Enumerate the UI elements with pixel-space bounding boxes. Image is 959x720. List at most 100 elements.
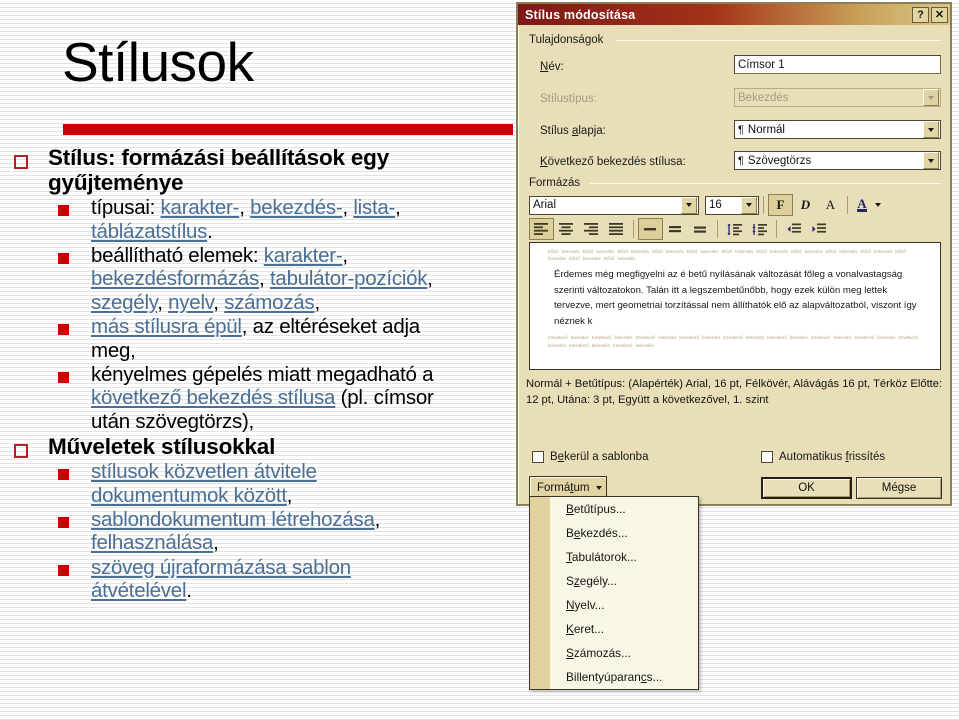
pilcrow-icon: ¶ <box>738 154 744 167</box>
list-item: típusai: karakter-, bekezdés-, lista-, t… <box>8 196 523 243</box>
line-spacing-1-icon <box>644 228 656 231</box>
menu-item-language[interactable]: Nyelv... <box>530 593 698 617</box>
auto-update-label: Automatikus frissítés <box>779 451 886 463</box>
menu-item-shortcut[interactable]: Billentyúparancs... <box>530 665 698 689</box>
square-filled-bullet-icon <box>58 324 69 336</box>
list-item: sablondokumentum létrehozása, felhasznál… <box>8 508 523 555</box>
square-filled-bullet-icon <box>58 516 69 528</box>
close-icon[interactable]: ✕ <box>931 6 948 23</box>
format-button-label: Formátum <box>537 482 590 494</box>
divider <box>590 183 941 184</box>
square-filled-bullet-icon <box>58 564 69 576</box>
font-family-value: Arial <box>533 199 557 211</box>
square-filled-bullet-icon <box>58 205 69 217</box>
align-justify-button[interactable] <box>604 218 629 240</box>
ok-button[interactable]: OK <box>761 477 852 499</box>
underline-button[interactable]: A <box>818 194 843 216</box>
line-spacing-double-button[interactable] <box>688 218 713 240</box>
space-before-button[interactable] <box>722 218 747 240</box>
preview-sample-text: Érdemes még megfigyelni az é betű nyílás… <box>554 269 917 327</box>
align-left-button[interactable] <box>529 218 554 240</box>
help-button[interactable]: ? <box>912 6 929 23</box>
style-name-input[interactable]: Címsor 1 <box>734 55 941 74</box>
divider <box>616 40 941 41</box>
font-family-select[interactable]: Arial <box>529 195 699 215</box>
square-outline-bullet-icon <box>14 443 28 458</box>
list-item-label: beállítható elemek: karakter-, bekezdésf… <box>91 244 433 314</box>
align-center-button[interactable] <box>554 218 579 240</box>
italic-button[interactable]: D <box>793 194 818 216</box>
align-right-button[interactable] <box>579 218 604 240</box>
pilcrow-icon: ¶ <box>738 123 744 136</box>
based-on-value: Normál <box>747 123 785 136</box>
next-style-select[interactable]: ¶ Szövegtörzs <box>734 151 941 170</box>
style-type-select[interactable]: Bekezdés <box>734 88 941 107</box>
menu-item-border[interactable]: Szegély... <box>530 569 698 593</box>
decrease-indent-button[interactable] <box>781 218 806 240</box>
style-type-value: Bekezdés <box>738 91 789 104</box>
preview-faint-top: Előző bekezdés Előző bekezdés Előző beke… <box>548 249 906 262</box>
space-after-button[interactable] <box>747 218 772 240</box>
font-color-button[interactable]: A <box>852 194 872 216</box>
bold-icon: F <box>776 197 785 212</box>
based-on-label: Stílus alapja: <box>540 125 606 137</box>
chevron-down-icon[interactable] <box>923 152 939 169</box>
underline-icon: A <box>825 197 836 212</box>
menu-item-paragraph[interactable]: Bekezdés... <box>530 521 698 545</box>
list-item-label: Műveletek stílusokkal <box>48 433 276 459</box>
square-outline-bullet-icon <box>14 155 28 169</box>
formatting-group-label: Formázás <box>529 177 581 189</box>
list-item-label: sablondokumentum létrehozása, felhasznál… <box>91 507 381 555</box>
based-on-select[interactable]: ¶ Normál <box>734 120 941 139</box>
add-to-template-label: Bekerül a sablonba <box>550 451 649 463</box>
square-filled-bullet-icon <box>58 253 69 265</box>
dialog-title: Stílus módosítása <box>525 7 636 22</box>
space-before-icon <box>726 223 742 235</box>
font-size-select[interactable]: 16 <box>705 195 759 215</box>
list-item-label: más stílusra épül, az eltéréseket adja m… <box>91 315 420 362</box>
align-left-icon <box>534 223 548 235</box>
increase-indent-button[interactable] <box>806 218 831 240</box>
font-color-icon: A <box>857 196 867 212</box>
list-item: beállítható elemek: karakter-, bekezdésf… <box>8 244 523 314</box>
title-underline-bar <box>63 124 513 135</box>
line-spacing-single-button[interactable] <box>638 218 663 240</box>
list-item: szöveg újraformázása sablon átvételével. <box>8 556 523 603</box>
chevron-down-icon[interactable] <box>923 89 939 106</box>
bold-button[interactable]: F <box>768 194 793 216</box>
list-item: más stílusra épül, az eltéréseket adja m… <box>8 315 523 362</box>
line-spacing-1-5-button[interactable] <box>663 218 688 240</box>
next-style-value: Szövegtörzs <box>747 154 812 167</box>
chevron-down-icon <box>596 486 603 490</box>
divider <box>776 220 777 238</box>
menu-item-tabs[interactable]: Tabulátorok... <box>530 545 698 569</box>
list-item-label: stílusok közvetlen átvitele dokumentumok… <box>91 460 317 507</box>
format-dropdown-menu[interactable]: Betűtípus... Bekezdés... Tabulátorok... … <box>529 496 699 690</box>
list-item-label: szöveg újraformázása sablon átvételével. <box>91 555 351 602</box>
list-item: Stílus: formázási beállítások egy gyűjte… <box>8 145 523 195</box>
menu-item-font[interactable]: Betűtípus... <box>530 497 698 521</box>
square-filled-bullet-icon <box>58 469 69 481</box>
list-item: Műveletek stílusokkal <box>8 434 523 459</box>
chevron-down-icon[interactable] <box>681 196 697 214</box>
menu-item-frame[interactable]: Keret... <box>530 617 698 641</box>
chevron-down-icon[interactable] <box>741 196 757 214</box>
add-to-template-checkbox[interactable]: Bekerül a sablonba <box>532 451 648 463</box>
decrease-indent-icon <box>787 223 801 233</box>
list-item-label: kényelmes gépelés miatt megadható a köve… <box>91 362 434 433</box>
menu-item-numbering[interactable]: Számozás... <box>530 641 698 665</box>
align-center-icon <box>559 223 573 235</box>
font-color-dropdown[interactable] <box>872 194 883 216</box>
list-item: kényelmes gépelés miatt megadható a köve… <box>8 363 523 433</box>
line-spacing-2-icon <box>694 226 706 233</box>
checkbox-icon[interactable] <box>761 451 773 463</box>
dialog-titlebar[interactable]: Stílus módosítása ? ✕ <box>518 4 950 25</box>
slide-body: Stílus: formázási beállítások egy gyűjte… <box>8 145 523 603</box>
cancel-button[interactable]: Mégse <box>856 477 942 499</box>
checkbox-icon[interactable] <box>532 451 544 463</box>
list-item-label: típusai: karakter-, bekezdés-, lista-, t… <box>91 196 401 243</box>
list-item: stílusok közvetlen átvitele dokumentumok… <box>8 460 523 507</box>
auto-update-checkbox[interactable]: Automatikus frissítés <box>761 451 885 463</box>
chevron-down-icon[interactable] <box>923 121 939 138</box>
properties-group-label: Tulajdonságok <box>529 34 604 46</box>
